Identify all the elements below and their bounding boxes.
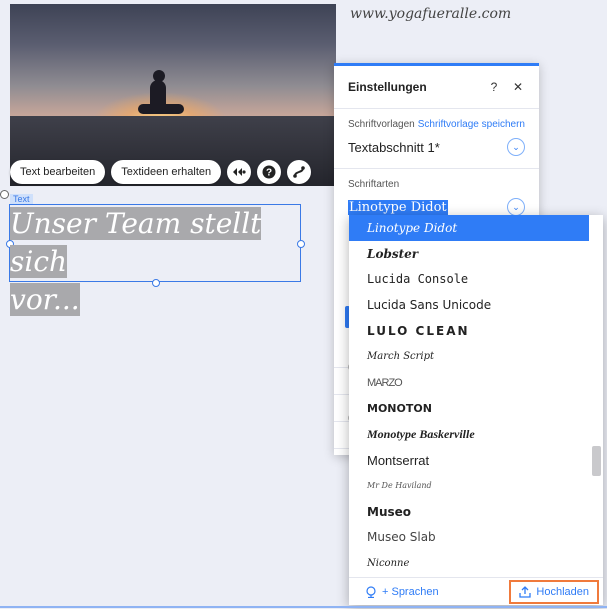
hero-image[interactable]	[10, 4, 336, 186]
font-option-lucida-console[interactable]: Lucida Console	[349, 267, 589, 293]
font-option-marzo[interactable]: MARZO	[349, 370, 589, 396]
canvas-bottom-guide	[0, 606, 607, 608]
chevron-down-icon[interactable]: ⌄	[507, 138, 525, 156]
font-option-monotype-baskerville[interactable]: Monotype Baskerville	[349, 421, 589, 447]
template-value: Textabschnitt 1*	[348, 139, 440, 155]
upload-icon	[519, 585, 532, 598]
chevron-down-icon[interactable]: ⌄	[507, 198, 525, 216]
font-option-lucida-sans-unicode[interactable]: Lucida Sans Unicode	[349, 292, 589, 318]
headline-text[interactable]: Unser Team stellt sich vor...	[10, 205, 300, 319]
fonts-label: Schriftarten	[348, 179, 400, 190]
headline-line-1: Unser Team stellt sich	[10, 207, 262, 278]
save-template-link[interactable]: Schriftvorlage speichern	[418, 119, 525, 130]
site-url: www.yogafueralle.com	[350, 6, 512, 22]
templates-section: Schriftvorlagen Schriftvorlage speichern…	[334, 109, 539, 158]
font-option-mr-de-haviland[interactable]: Mr De Haviland	[349, 473, 589, 499]
font-option-linotype-didot[interactable]: Linotype Didot	[349, 215, 589, 241]
animation-icon[interactable]	[227, 160, 252, 184]
image-toolbar: Text bearbeiten Textideen erhalten ?	[10, 160, 312, 184]
panel-title: Einstellungen	[348, 80, 427, 94]
rotate-handle[interactable]	[0, 190, 9, 199]
dropdown-scrollbar[interactable]	[592, 446, 601, 476]
font-dropdown: Linotype Didot Lobster Lucida Console Lu…	[349, 215, 603, 605]
font-list: Linotype Didot Lobster Lucida Console Lu…	[349, 215, 589, 576]
panel-header: Einstellungen ? ✕	[334, 66, 539, 109]
upload-button[interactable]: Hochladen	[509, 579, 599, 604]
fonts-section: Schriftarten Linotype Didot ⌄	[334, 169, 539, 218]
font-option-lobster[interactable]: Lobster	[349, 241, 589, 267]
svg-text:?: ?	[266, 168, 272, 179]
font-option-niconne[interactable]: Niconne	[349, 550, 589, 576]
languages-label: + Sprachen	[382, 585, 439, 598]
yoga-figure-legs	[138, 104, 184, 114]
edit-text-button[interactable]: Text bearbeiten	[10, 160, 106, 184]
font-select-value[interactable]: Linotype Didot	[348, 199, 448, 215]
close-icon[interactable]: ✕	[511, 80, 525, 94]
text-ideas-button[interactable]: Textideen erhalten	[111, 160, 222, 184]
dropdown-footer: + Sprachen Hochladen	[349, 577, 603, 605]
help-icon[interactable]: ?	[257, 160, 282, 184]
font-option-museo-slab[interactable]: Museo Slab	[349, 525, 589, 551]
globe-icon	[366, 585, 376, 598]
headline-line-2: vor...	[10, 283, 80, 316]
help-icon[interactable]: ?	[487, 80, 501, 94]
font-option-montserrat[interactable]: Montserrat	[349, 447, 589, 473]
font-option-march-script[interactable]: March Script	[349, 344, 589, 370]
add-languages-link[interactable]: + Sprachen	[365, 586, 439, 598]
link-icon[interactable]	[287, 160, 312, 184]
templates-label: Schriftvorlagen	[348, 119, 415, 130]
font-option-monoton[interactable]: MONOTON	[349, 396, 589, 422]
font-option-museo[interactable]: Museo	[349, 499, 589, 525]
upload-label: Hochladen	[536, 585, 589, 598]
font-option-lulo-clean[interactable]: LULO CLEAN	[349, 318, 589, 344]
